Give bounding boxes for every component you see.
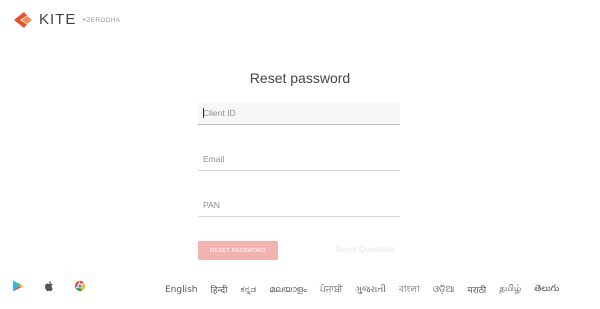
app-links (12, 280, 105, 292)
client-id-input[interactable] (198, 102, 400, 124)
language-marathi[interactable]: मराठी (467, 283, 486, 296)
language-bengali[interactable]: বাংলা (399, 282, 420, 297)
page-title: Reset password (249, 70, 351, 86)
language-gujarati[interactable]: ગુજરાતી (355, 285, 385, 295)
pan-input[interactable] (198, 194, 400, 216)
chrome-icon[interactable] (74, 280, 86, 292)
email-input[interactable] (198, 148, 400, 170)
language-telugu[interactable]: తెలుగు (534, 284, 559, 296)
language-kannada[interactable]: ಕನ್ನಡ (241, 285, 257, 295)
reset-password-button[interactable]: RESET PASSWORD (198, 241, 278, 260)
language-tamil[interactable]: தமிழ் (499, 284, 521, 295)
language-hindi[interactable]: हिन्दी (211, 283, 228, 296)
reset-password-page: KITE ≡ZERODHA Reset password RESET PASSW… (0, 0, 600, 309)
language-list: English हिन्दी ಕನ್ನಡ മലയാളം ਪੰਜਾਬੀ ગુજરા… (165, 282, 559, 297)
pan-field[interactable] (198, 194, 400, 217)
kite-logo[interactable]: KITE ≡ZERODHA (14, 11, 120, 28)
language-punjabi[interactable]: ਪੰਜਾਬੀ (320, 285, 343, 295)
play-store-icon[interactable] (12, 280, 24, 292)
client-id-field[interactable] (198, 102, 400, 125)
language-malayalam[interactable]: മലയാളം (270, 285, 307, 295)
brand-subtitle: ≡ZERODHA (82, 17, 121, 24)
email-field[interactable] (198, 148, 400, 171)
kite-logo-icon (14, 11, 32, 28)
brand-name: KITE (39, 11, 77, 28)
language-english[interactable]: English (165, 285, 198, 295)
apple-icon[interactable] (43, 280, 55, 292)
language-odia[interactable]: ଓଡ଼ିଆ (433, 285, 455, 295)
reset-questions-link[interactable]: Reset Questions (336, 245, 395, 254)
